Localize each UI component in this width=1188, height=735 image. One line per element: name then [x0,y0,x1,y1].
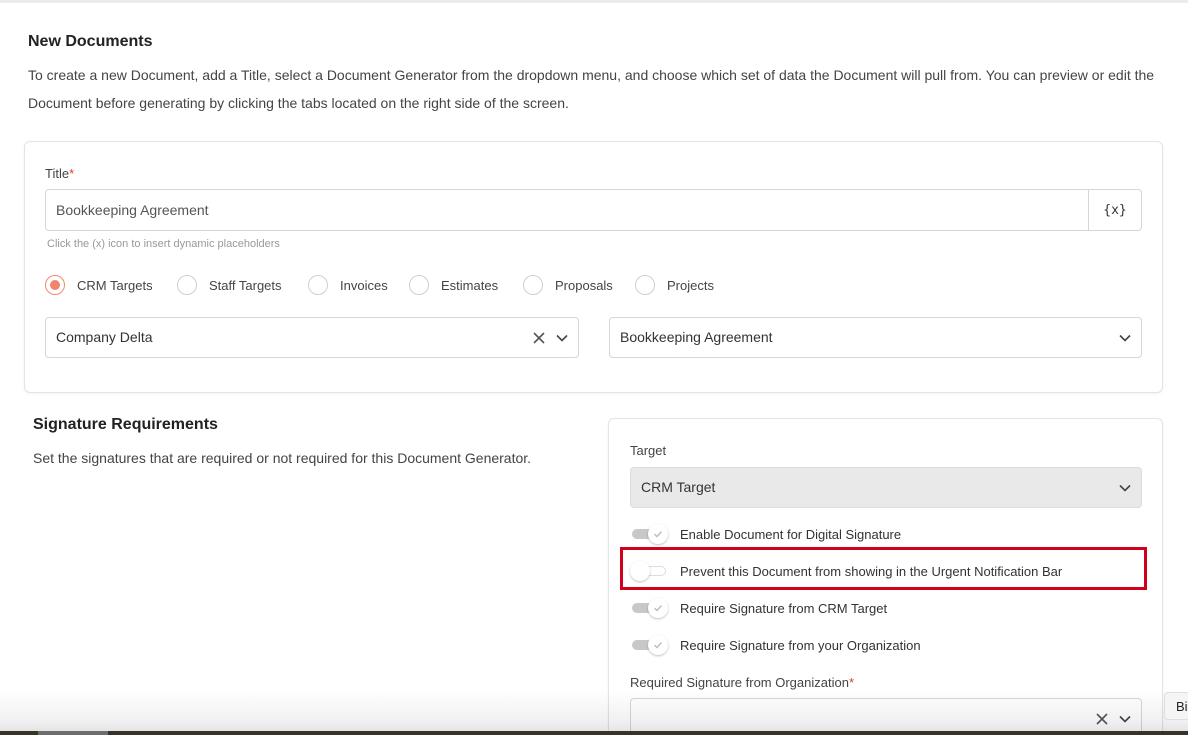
page-title: New Documents [28,33,153,50]
radio-label: CRM Targets [77,277,153,293]
radio-invoices[interactable]: Invoices [308,275,388,295]
target-record-value: Company Delta [56,329,153,345]
check-icon [654,642,663,649]
radio-label: Invoices [340,277,388,293]
check-icon [654,531,663,538]
radio-dot [409,275,429,295]
toggle-row-crm-signature: Require Signature from CRM Target [630,598,887,618]
page-intro: To create a new Document, add a Title, s… [28,67,1155,111]
insert-placeholder-button[interactable]: {x} [1088,189,1142,231]
radio-dot [635,275,655,295]
toggle-row-digital-signature: Enable Document for Digital Signature [630,524,901,544]
radio-estimates[interactable]: Estimates [409,275,498,295]
highlight-box [620,547,1147,590]
side-tab[interactable]: Bi [1164,692,1188,720]
toggle-crm-signature[interactable] [630,598,668,618]
signature-target-select[interactable]: CRM Target [630,467,1142,508]
radio-dot [177,275,197,295]
toggle-label: Require Signature from your Organization [680,637,921,653]
radio-proposals[interactable]: Proposals [523,275,613,295]
radio-dot [523,275,543,295]
chevron-down-icon[interactable] [1119,715,1131,723]
radio-label: Projects [667,277,714,293]
document-generator-select[interactable]: Bookkeeping Agreement [609,317,1142,358]
target-record-select[interactable]: Company Delta [45,317,579,358]
check-icon [654,605,663,612]
title-hint: Click the (x) icon to insert dynamic pla… [47,238,280,250]
toggle-digital-signature[interactable] [630,524,668,544]
chevron-down-icon [1119,484,1131,492]
required-mark: * [848,675,855,690]
toggle-row-org-signature: Require Signature from your Organization [630,635,921,655]
chevron-down-icon [1119,334,1131,342]
radio-dot [45,275,65,295]
toggle-org-signature[interactable] [630,635,668,655]
radio-crm-targets[interactable]: CRM Targets [45,275,153,295]
title-label-text: Title [45,166,70,181]
chevron-down-icon[interactable] [556,334,568,342]
org-signature-label-text: Required Signature from Organization [630,675,849,690]
radio-staff-targets[interactable]: Staff Targets [177,275,282,295]
required-mark: * [69,166,75,181]
radio-label: Proposals [555,277,613,293]
target-label: Target [630,443,667,458]
title-label: Title* [45,166,74,181]
org-signature-select[interactable] [630,698,1142,735]
title-input[interactable]: Bookkeeping Agreement [45,189,1089,231]
signature-heading: Signature Requirements [33,416,218,433]
radio-label: Estimates [441,277,499,293]
clear-icon[interactable] [1095,712,1109,726]
clear-icon[interactable] [532,331,546,345]
signature-target-value: CRM Target [641,479,716,495]
radio-label: Staff Targets [209,277,282,293]
signature-description: Set the signatures that are required or … [33,450,532,466]
org-signature-label: Required Signature from Organization* [630,675,854,690]
radio-projects[interactable]: Projects [635,275,714,295]
toggle-label: Require Signature from CRM Target [680,600,888,616]
bottom-bar [0,731,1188,735]
generator-value: Bookkeeping Agreement [620,329,773,345]
radio-dot [308,275,328,295]
toggle-label: Enable Document for Digital Signature [680,526,902,542]
placeholder-icon: {x} [1103,202,1127,218]
top-divider [0,0,1188,3]
